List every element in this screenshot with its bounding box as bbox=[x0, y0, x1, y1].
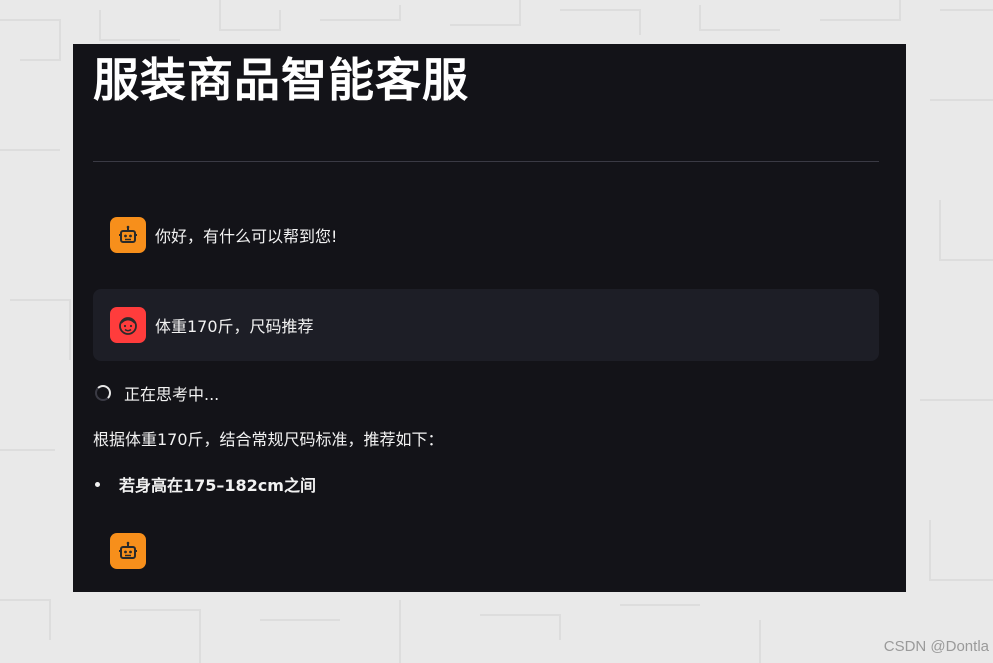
thinking-status: 正在思考中... bbox=[95, 381, 219, 405]
thinking-status-text: 正在思考中... bbox=[124, 385, 220, 404]
title-divider bbox=[93, 161, 879, 162]
chat-panel: 服装商品智能客服 你好，有什么可以帮到您! 体重170斤，尺码推荐 正在思考中.… bbox=[73, 44, 906, 592]
answer-bullet-item: 若身高在175–182cm之间 bbox=[93, 472, 316, 496]
assistant-message-text: 你好，有什么可以帮到您! bbox=[155, 227, 338, 246]
watermark: CSDN @Dontla bbox=[883, 638, 989, 655]
spinner-icon bbox=[95, 385, 111, 401]
answer-bullet-text: 若身高在175–182cm之间 bbox=[119, 476, 316, 495]
user-message: 体重170斤，尺码推荐 bbox=[93, 289, 879, 361]
robot-icon bbox=[110, 533, 146, 569]
user-message-text: 体重170斤，尺码推荐 bbox=[155, 317, 314, 336]
bullet-dot-icon bbox=[95, 481, 100, 487]
pending-assistant-message bbox=[93, 528, 879, 574]
user-face-icon bbox=[110, 307, 146, 343]
robot-icon bbox=[110, 217, 146, 253]
assistant-message: 你好，有什么可以帮到您! bbox=[93, 212, 879, 258]
answer-intro-text: 根据体重170斤，结合常规尺码标准，推荐如下： bbox=[93, 430, 444, 449]
page-title: 服装商品智能客服 bbox=[93, 53, 469, 107]
